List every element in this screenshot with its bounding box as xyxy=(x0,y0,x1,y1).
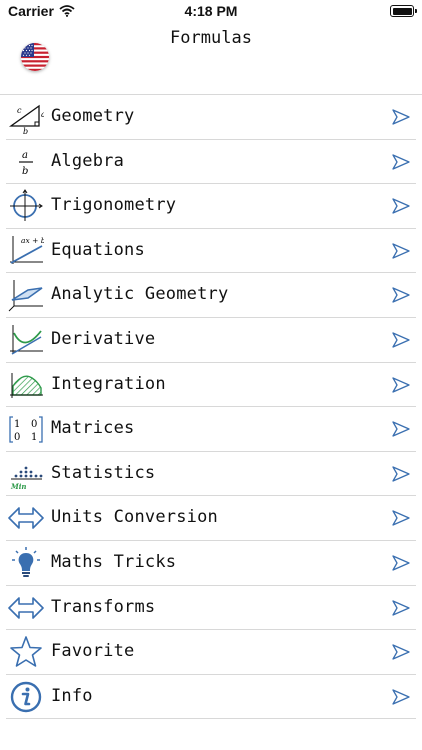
chevron-right-icon xyxy=(392,555,410,571)
matrix-icon: 1 0 0 1 xyxy=(9,416,43,443)
chevron-right-icon xyxy=(392,644,410,660)
shaded-area-icon xyxy=(10,372,43,398)
list-item-transforms[interactable]: Transforms xyxy=(6,586,416,631)
list-item-label: Info xyxy=(51,685,93,706)
lightbulb-icon xyxy=(12,546,40,577)
tangent-curve-icon xyxy=(10,324,43,355)
chevron-right-icon xyxy=(392,510,410,526)
chevron-right-icon xyxy=(392,243,410,259)
chevron-right-icon xyxy=(392,689,410,705)
list-item-units-conversion[interactable]: Units Conversion xyxy=(6,496,416,541)
matrix-r2c2: 1 xyxy=(31,432,37,443)
double-arrow-icon xyxy=(8,507,44,530)
double-arrow-icon xyxy=(8,596,44,619)
formula-category-list: c a b Geometry a b Algebra Trigonometry xyxy=(0,94,422,720)
triangle-b-label: b xyxy=(23,127,28,134)
page-title: Formulas xyxy=(170,28,252,48)
matrix-r1c2: 0 xyxy=(31,419,37,430)
list-item-label: Algebra xyxy=(51,150,125,171)
list-item-integration[interactable]: Integration xyxy=(6,363,416,408)
unit-circle-icon xyxy=(10,189,43,222)
matrix-r2c1: 0 xyxy=(14,432,20,443)
list-item-label: Integration xyxy=(51,373,166,394)
list-item-favorite[interactable]: Favorite xyxy=(6,630,416,675)
list-item-trigonometry[interactable]: Trigonometry xyxy=(6,184,416,229)
equation-label: ax + b xyxy=(21,236,44,245)
fraction-denominator: b xyxy=(22,166,28,177)
chevron-right-icon xyxy=(392,198,410,214)
chevron-right-icon xyxy=(392,421,410,437)
list-item-label: Analytic Geometry xyxy=(51,284,229,305)
chevron-right-icon xyxy=(392,332,410,348)
list-item-info[interactable]: Info xyxy=(6,675,416,720)
list-item-analytic-geometry[interactable]: Analytic Geometry xyxy=(6,273,416,318)
list-item-label: Favorite xyxy=(51,641,135,662)
list-item-label: Maths Tricks xyxy=(51,551,177,572)
list-item-label: Geometry xyxy=(51,106,135,126)
battery-icon xyxy=(390,5,417,17)
right-triangle-icon: c a b xyxy=(8,104,44,134)
list-item-derivative[interactable]: Derivative xyxy=(6,318,416,363)
star-icon xyxy=(10,636,42,667)
status-time: 4:18 PM xyxy=(184,3,238,19)
info-icon xyxy=(10,681,42,712)
chevron-right-icon xyxy=(392,599,410,616)
fraction-icon: a b xyxy=(19,150,33,177)
list-item-label: Trigonometry xyxy=(51,195,177,216)
matrix-r1c1: 1 xyxy=(14,419,20,430)
plane-icon xyxy=(8,280,43,312)
list-item-label: Equations xyxy=(51,239,145,260)
stats-min-label: Min xyxy=(10,482,27,491)
list-item-label: Matrices xyxy=(51,418,135,439)
status-bar: Carrier 4:18 PM xyxy=(0,0,422,24)
chevron-right-icon xyxy=(392,466,410,482)
list-item-algebra[interactable]: a b Algebra xyxy=(6,140,416,185)
list-item-label: Transforms xyxy=(51,596,156,617)
list-item-equations[interactable]: ax + b Equations xyxy=(6,229,416,274)
chevron-right-icon xyxy=(392,109,410,125)
triangle-c-label: c xyxy=(17,106,22,115)
linear-graph-icon: ax + b xyxy=(10,235,44,264)
us-flag-icon[interactable] xyxy=(21,43,49,71)
triangle-a-label: a xyxy=(41,110,44,119)
list-item-geometry[interactable]: c a b Geometry xyxy=(6,95,416,140)
list-item-label: Derivative xyxy=(51,328,156,349)
dot-plot-icon: Min xyxy=(10,466,43,491)
list-item-label: Units Conversion xyxy=(51,507,218,528)
chevron-right-icon xyxy=(392,376,410,393)
list-item-statistics[interactable]: Min Statistics xyxy=(6,452,416,497)
list-item-matrices[interactable]: 1 0 0 1 Matrices xyxy=(6,407,416,452)
list-item-label: Statistics xyxy=(51,462,156,483)
chevron-right-icon xyxy=(392,153,410,170)
fraction-numerator: a xyxy=(22,150,28,161)
chevron-right-icon xyxy=(392,287,410,304)
list-item-maths-tricks[interactable]: Maths Tricks xyxy=(6,541,416,586)
